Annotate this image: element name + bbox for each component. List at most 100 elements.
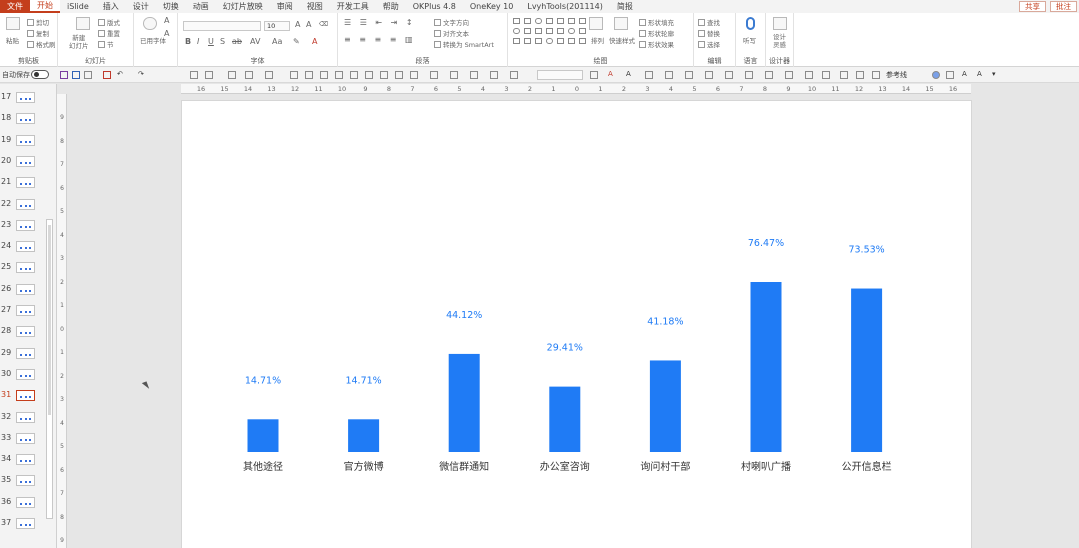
pen-icon[interactable] [645,71,653,79]
shape-gallery-item[interactable] [557,28,564,34]
bold-icon[interactable]: B [185,37,191,46]
font-size-input[interactable]: 10 [264,21,290,31]
text-direction-button[interactable]: 文字方向 [434,17,469,27]
link-icon[interactable] [450,71,458,79]
select-button[interactable]: 选择 [698,39,720,49]
strikethrough-icon[interactable]: ab [232,37,242,46]
bar-1[interactable] [348,419,380,452]
flag-icon[interactable] [840,71,848,79]
slide-thumbnail-image[interactable] [16,454,35,466]
shape-gallery-item[interactable] [535,28,542,34]
quick-styles-button[interactable]: 快速样式 [609,35,635,45]
line-icon[interactable] [665,71,673,79]
smartart-button[interactable]: 转换为 SmartArt [434,39,494,49]
slide-thumbnail[interactable]: 25 [0,260,45,280]
slide-thumbnail-image[interactable] [16,390,35,402]
send-back-icon[interactable] [365,71,373,79]
shape-gallery-item[interactable] [568,38,575,44]
slide-thumbnail-image[interactable] [16,518,35,529]
slide-thumbnail[interactable]: 35 [0,473,45,493]
slide-thumbnail[interactable]: 31 [0,388,45,408]
slide-thumbnail[interactable]: 33 [0,431,45,451]
slide-thumbnail[interactable]: 36 [0,495,45,515]
menu-tab-9[interactable]: 视图 [300,0,330,13]
menu-tab-10[interactable]: 开发工具 [330,0,376,13]
undo-icon[interactable]: ↶ [117,70,123,78]
format-icon[interactable] [510,71,518,79]
text-box-icon[interactable] [410,71,418,79]
bar-2[interactable] [448,353,480,452]
qat-font-icon[interactable]: A [626,70,631,78]
replace-button[interactable]: 替换 [698,28,720,38]
shape-gallery-item[interactable] [513,18,520,24]
outline-color-icon[interactable] [705,71,713,79]
shape-gallery-item[interactable] [568,28,575,34]
increase-font-qat-icon[interactable]: A [962,70,967,78]
copy-button[interactable]: 复制 [27,28,49,38]
comments-button[interactable]: 批注 [1050,1,1077,12]
slide-thumbnail-image[interactable] [16,283,35,295]
frame-icon[interactable] [856,71,864,79]
menu-tab-8[interactable]: 审阅 [270,0,300,13]
slide-thumbnail-image[interactable] [16,198,35,210]
shape-gallery-item[interactable] [546,38,553,44]
section-button[interactable]: 节 [98,39,114,49]
shape-gallery-item[interactable] [535,38,542,44]
shadow-qat-icon[interactable] [765,71,773,79]
slide-thumbnail[interactable]: 27 [0,303,45,323]
cut-button[interactable]: 剪切 [27,17,49,27]
slide-sorter-icon[interactable] [205,71,213,79]
effects-qat-icon[interactable] [745,71,753,79]
menu-tab-12[interactable]: OKPlus 4.8 [406,0,463,13]
font-name-input[interactable] [183,21,261,31]
slide-thumbnail[interactable]: 21 [0,175,45,195]
slide-thumbnail[interactable]: 18 [0,111,45,131]
slide-thumbnail-image[interactable] [16,177,35,189]
arrange-icon[interactable] [589,17,603,30]
bar-6[interactable] [851,288,883,452]
picture-icon[interactable] [228,71,236,79]
slide-thumbnail-image[interactable] [16,475,35,487]
shape-gallery-item[interactable] [524,18,531,24]
shape-effects-button[interactable]: 形状效果 [639,39,674,49]
underline-icon[interactable]: U [208,37,214,46]
present-icon[interactable] [72,71,80,79]
dictate-button[interactable]: 听写 [743,35,756,45]
list-buttons[interactable]: ☰ ☰ ⇤ ⇥ ↕ [344,18,416,27]
save-icon[interactable] [60,71,68,79]
slide-thumbnail-image[interactable] [16,347,35,359]
menu-tab-15[interactable]: 简报 [610,0,640,13]
slide-thumbnail-image[interactable] [16,496,35,508]
menu-tab-3[interactable]: 插入 [96,0,126,13]
slide-thumbnail-image[interactable] [16,92,35,103]
slide-thumbnail[interactable]: 34 [0,452,45,472]
shape-gallery-item[interactable] [535,18,542,24]
reset-button[interactable]: 重置 [98,28,120,38]
distribute-icon[interactable] [305,71,313,79]
highlight-icon[interactable]: ✎ [293,37,300,46]
slide-thumbnail-image[interactable] [16,368,35,380]
char-spacing-icon[interactable]: AV [250,37,260,46]
slide-thumbnail[interactable]: 20 [0,154,45,174]
shape-gallery-item[interactable] [524,38,531,44]
menu-tab-2[interactable]: iSlide [60,0,96,13]
menu-tab-6[interactable]: 动画 [186,0,216,13]
size-icon[interactable] [805,71,813,79]
used-fonts-button[interactable]: 已用字体 [140,35,166,45]
table-icon[interactable] [380,71,388,79]
shape-gallery-item[interactable] [546,28,553,34]
shrink-font-icon[interactable]: A [164,29,169,38]
design-ideas-button[interactable]: 设计 灵感 [773,33,786,49]
slide-thumbnail-image[interactable] [16,219,35,231]
share-button[interactable]: 共享 [1019,1,1046,12]
slide-thumbnail-image[interactable] [16,411,35,423]
menu-tab-13[interactable]: OneKey 10 [463,0,521,13]
slide-thumbnail[interactable]: 37 [0,516,45,536]
menu-tab-4[interactable]: 设计 [126,0,156,13]
paste-button[interactable]: 粘贴 [6,35,19,45]
transparency-icon[interactable] [872,71,880,79]
transition-icon[interactable] [490,71,498,79]
bar-chart[interactable]: 14.71% 其他途径 14.71% 官方微博 44.12% 微信群通知 29.41% 办公室… [182,101,972,548]
arrange-button[interactable]: 排列 [591,35,604,45]
rotate-icon[interactable] [335,71,343,79]
